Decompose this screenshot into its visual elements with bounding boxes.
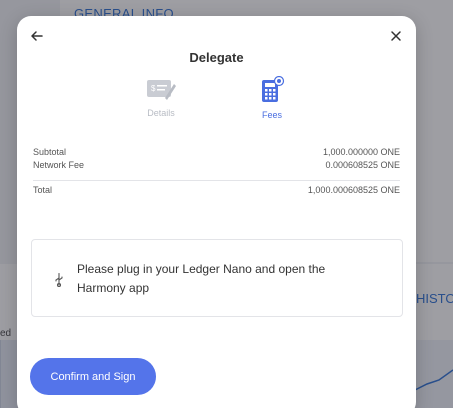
usb-icon — [55, 273, 63, 287]
network-fee-row: Network Fee 0.000608525 ONE — [33, 160, 400, 170]
subtotal-value: 1,000.000000 ONE — [322, 147, 400, 157]
svg-text:$: $ — [151, 84, 156, 93]
summary-divider — [33, 180, 400, 181]
step-details[interactable]: $ Details — [126, 76, 196, 118]
total-label: Total — [33, 185, 53, 195]
check-document-icon: $ — [147, 80, 176, 100]
network-fee-value: 0.000608525 ONE — [325, 160, 400, 170]
close-icon[interactable] — [388, 28, 404, 44]
subtotal-label: Subtotal — [33, 147, 67, 157]
ledger-message-box: Please plug in your Ledger Nano and open… — [31, 239, 403, 317]
total-row: Total 1,000.000608525 ONE — [33, 185, 400, 195]
subtotal-row: Subtotal 1,000.000000 ONE — [33, 147, 400, 157]
back-arrow-icon[interactable] — [29, 28, 45, 44]
ledger-message: Please plug in your Ledger Nano and open… — [77, 262, 326, 295]
total-value: 1,000.000608525 ONE — [307, 185, 400, 195]
step-fees-label: Fees — [261, 110, 282, 120]
step-details-label: Details — [147, 108, 175, 118]
step-fees[interactable]: Fees — [237, 76, 307, 120]
modal-title: Delegate — [189, 50, 244, 65]
confirm-and-sign-button[interactable]: Confirm and Sign — [30, 358, 156, 395]
delegate-modal: Delegate $ Details Fees Subtotal 1,000.0… — [17, 16, 416, 408]
calculator-icon — [262, 76, 285, 102]
network-fee-label: Network Fee — [33, 160, 85, 170]
